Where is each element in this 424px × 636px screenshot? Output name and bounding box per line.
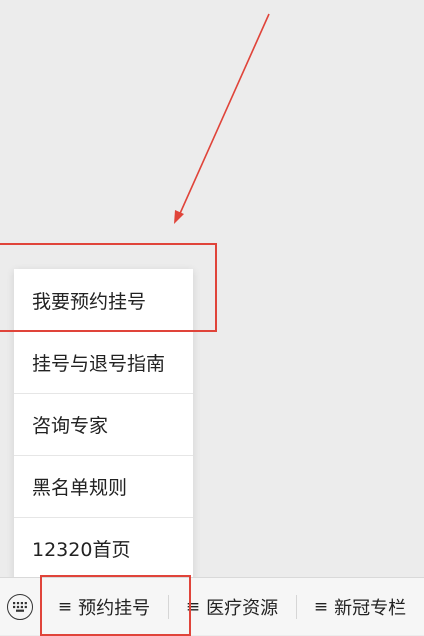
submenu-item-book-appointment[interactable]: 我要预约挂号 — [14, 269, 193, 331]
menu-lines-icon: ≡ — [57, 596, 73, 617]
submenu-popup: 我要预约挂号 挂号与退号指南 咨询专家 黑名单规则 12320首页 — [14, 269, 193, 579]
tab-covid-column[interactable]: ≡ 新冠专栏 — [296, 578, 424, 635]
submenu-item-booking-guide[interactable]: 挂号与退号指南 — [14, 331, 193, 393]
submenu-item-12320-home[interactable]: 12320首页 — [14, 517, 193, 579]
submenu-item-consult-expert[interactable]: 咨询专家 — [14, 393, 193, 455]
submenu-item-label: 咨询专家 — [32, 415, 109, 437]
tab-medical-resources[interactable]: ≡ 医疗资源 — [168, 578, 296, 635]
submenu-item-blacklist-rules[interactable]: 黑名单规则 — [14, 455, 193, 517]
bottom-menu-bar: ≡ 预约挂号 ≡ 医疗资源 ≡ 新冠专栏 — [0, 577, 424, 635]
keyboard-icon — [7, 593, 33, 620]
submenu-item-label: 黑名单规则 — [32, 477, 128, 499]
submenu-item-label: 挂号与退号指南 — [32, 353, 166, 375]
tab-label: 预约挂号 — [78, 597, 151, 619]
keyboard-toggle-button[interactable] — [0, 578, 40, 635]
tab-book-registration[interactable]: ≡ 预约挂号 — [40, 578, 168, 635]
tab-label: 医疗资源 — [206, 597, 279, 619]
tab-label: 新冠专栏 — [334, 597, 407, 619]
menu-lines-icon: ≡ — [313, 596, 329, 617]
submenu-item-label: 我要预约挂号 — [32, 290, 147, 313]
menu-lines-icon: ≡ — [185, 596, 201, 617]
submenu-item-label: 12320首页 — [32, 539, 131, 561]
